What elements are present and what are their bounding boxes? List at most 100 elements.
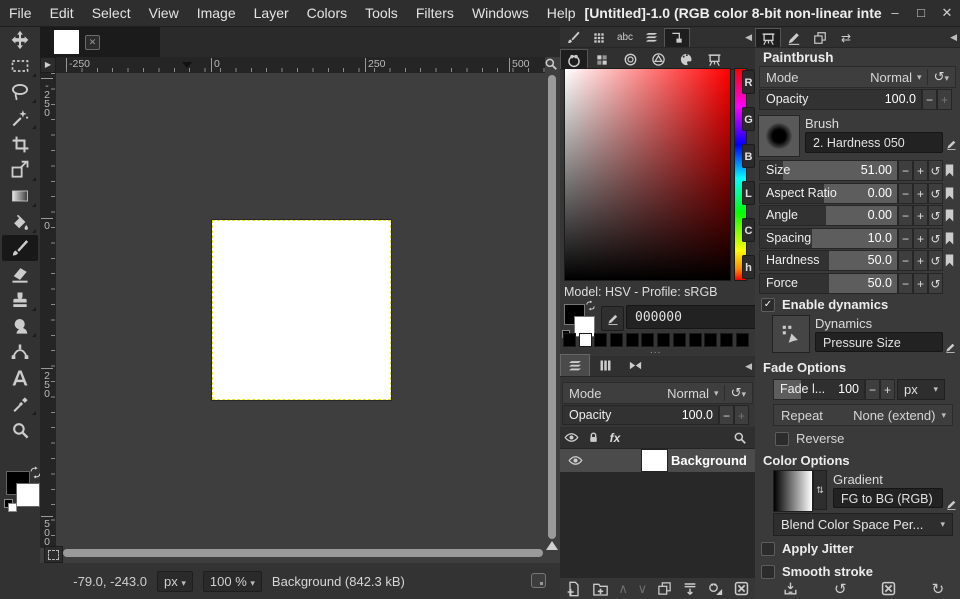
tool-paintbrush[interactable]	[2, 235, 38, 261]
tool-free-select[interactable]	[2, 79, 38, 105]
merge-down-button[interactable]	[682, 581, 698, 597]
decrease-button[interactable]: −	[898, 160, 913, 181]
decrease-button[interactable]: −	[898, 228, 913, 249]
vertical-scrollbar-thumb[interactable]	[548, 75, 556, 539]
opacity-increase-button[interactable]: +	[937, 89, 952, 110]
color-history-swatch[interactable]	[563, 333, 576, 347]
tab-device-status[interactable]	[781, 28, 807, 47]
tab-images[interactable]: ⇄	[833, 28, 859, 47]
link-to-brush-icon[interactable]	[943, 250, 956, 271]
tab-color-palette[interactable]	[672, 50, 700, 69]
decrease-button[interactable]: −	[898, 273, 913, 294]
horizontal-scrollbar-thumb[interactable]	[63, 549, 543, 557]
color-history-swatch[interactable]	[736, 333, 749, 347]
tool-unified-transform[interactable]	[2, 157, 38, 183]
lower-layer-button[interactable]: ∨	[638, 581, 648, 597]
increase-button[interactable]: +	[913, 273, 928, 294]
layer-row-background[interactable]: Background	[560, 449, 755, 472]
tab-color-scales[interactable]	[700, 50, 728, 69]
menu-filters[interactable]: Filters	[407, 0, 463, 26]
new-layer-group-button[interactable]	[592, 581, 609, 597]
save-tool-preset-button[interactable]	[783, 581, 798, 596]
hex-color-input[interactable]	[626, 305, 762, 329]
tool-crop[interactable]	[2, 131, 38, 157]
layer-visibility-toggle[interactable]	[568, 453, 583, 468]
layer-search-button[interactable]	[733, 431, 747, 445]
color-history-swatch[interactable]	[704, 333, 717, 347]
increase-button[interactable]: +	[913, 183, 928, 204]
vertical-scrollbar[interactable]	[545, 73, 560, 548]
dynamics-thumbnail[interactable]	[772, 315, 810, 353]
tool-eraser[interactable]	[2, 261, 38, 287]
tool-zoom[interactable]	[2, 417, 38, 443]
restore-options-button[interactable]: ↺	[834, 580, 847, 598]
layer-mode-row[interactable]: Mode Normal ▾ ↺▾	[562, 382, 753, 404]
menu-file[interactable]: File	[0, 0, 41, 26]
image-tab-thumbnail[interactable]	[54, 30, 79, 54]
repeat-value[interactable]: None (extend)	[853, 408, 935, 423]
fade-increase-button[interactable]: +	[880, 379, 895, 400]
channel-button-b[interactable]: B	[742, 144, 755, 168]
menu-windows[interactable]: Windows	[463, 0, 538, 26]
tool-bucket-fill[interactable]	[2, 209, 38, 235]
tool-rectangle-select[interactable]	[2, 53, 38, 79]
color-history-swatch[interactable]	[626, 333, 639, 347]
reset-button[interactable]: ↺	[928, 205, 943, 226]
default-colors-icon[interactable]	[8, 503, 17, 512]
enable-dynamics-checkbox[interactable]: ✓	[761, 298, 775, 312]
tab-color-cmyk[interactable]	[588, 50, 616, 69]
horizontal-ruler[interactable]: -250 0 250 500	[56, 57, 545, 73]
menu-edit[interactable]: Edit	[41, 0, 83, 26]
swap-colors-icon[interactable]	[585, 300, 596, 311]
channel-button-g[interactable]: G	[742, 107, 755, 131]
paint-mode-value[interactable]: Normal	[870, 70, 912, 85]
hardness-slider[interactable]: Hardness50.0	[759, 250, 898, 271]
layer-thumbnail[interactable]	[641, 449, 668, 472]
channel-button-r[interactable]: R	[742, 70, 755, 94]
channel-button-c[interactable]: C	[742, 218, 755, 242]
canvas-viewport[interactable]	[56, 73, 545, 548]
background-color-swatch[interactable]	[16, 483, 40, 507]
lock-effects-button[interactable]: fx	[604, 431, 626, 445]
tool-move[interactable]	[2, 27, 38, 53]
tool-paths[interactable]	[2, 339, 38, 365]
increase-button[interactable]: +	[913, 205, 928, 226]
channel-button-l[interactable]: L	[742, 181, 755, 205]
tab-menu-button[interactable]: ◀	[745, 361, 752, 372]
size-slider[interactable]: Size51.00	[759, 160, 898, 181]
reset-button[interactable]: ↺	[928, 250, 943, 271]
delete-preset-button[interactable]	[881, 581, 896, 596]
dynamics-name-field[interactable]: Pressure Size	[815, 332, 943, 352]
opacity-decrease-button[interactable]: −	[922, 89, 937, 110]
reset-button[interactable]: ↺	[928, 183, 943, 204]
tab-color-gimp[interactable]	[560, 49, 588, 69]
delete-layer-button[interactable]	[734, 581, 749, 596]
menu-image[interactable]: Image	[188, 0, 245, 26]
tab-layers[interactable]	[560, 354, 590, 376]
increase-button[interactable]: +	[913, 160, 928, 181]
reset-button[interactable]: ↺	[928, 160, 943, 181]
tab-colors[interactable]	[664, 28, 690, 47]
raise-layer-button[interactable]: ∧	[618, 581, 628, 597]
zoom-dropdown[interactable]: 100 % ▾	[203, 571, 262, 592]
gradient-name-field[interactable]: FG to BG (RGB)	[833, 488, 943, 508]
apply-jitter-checkbox[interactable]	[761, 542, 775, 556]
color-history-swatch[interactable]	[594, 333, 607, 347]
saturation-value-square[interactable]	[564, 68, 731, 281]
layer-mode-value[interactable]: Normal	[667, 386, 709, 401]
menu-view[interactable]: View	[140, 0, 188, 26]
tool-clone[interactable]	[2, 287, 38, 313]
tab-color-watercolor[interactable]	[616, 50, 644, 69]
maximize-button[interactable]: □	[908, 0, 934, 26]
menu-layer[interactable]: Layer	[245, 0, 298, 26]
increase-button[interactable]: +	[913, 250, 928, 271]
menu-help[interactable]: Help	[538, 0, 585, 26]
fade-unit-dropdown[interactable]: px▾	[897, 379, 945, 400]
spacing-slider[interactable]: Spacing10.0	[759, 228, 898, 249]
color-history-swatch[interactable]	[579, 333, 592, 347]
hue-strip[interactable]	[734, 68, 747, 281]
angle-slider[interactable]: Angle0.00	[759, 205, 898, 226]
mode-switch-button[interactable]: ↺▾	[927, 69, 955, 85]
apply-jitter-row[interactable]: Apply Jitter	[761, 541, 854, 556]
layer-mode-switch-button[interactable]: ↺▾	[724, 385, 752, 401]
